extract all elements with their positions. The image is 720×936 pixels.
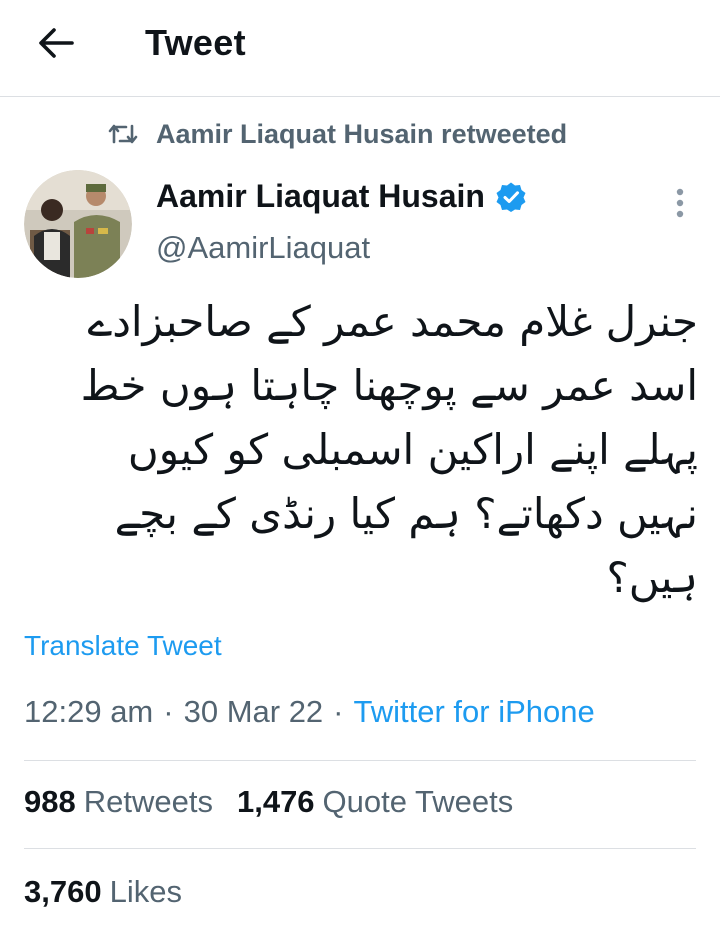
tweet-text-line: نہیں دکھاتے؟ ہم کیا رنڈی کے بچے: [114, 489, 698, 538]
likes-stat[interactable]: 3,760 Likes: [24, 874, 182, 910]
avatar-photo: [24, 170, 132, 278]
author-row[interactable]: Aamir Liaquat Husain: [156, 178, 527, 215]
tweet-text-line: جنرل غلام محمد عمر کے صاحبزادے: [87, 297, 698, 346]
retweet-icon: [108, 124, 138, 144]
author-name: Aamir Liaquat Husain: [156, 178, 485, 214]
translate-tweet-link[interactable]: Translate Tweet: [24, 630, 222, 662]
verified-badge-icon: [496, 182, 526, 212]
likes-label: Likes: [109, 874, 182, 909]
tweet-text-line: پہلے اپنے اراکین اسمبلی کو کیوں: [127, 425, 698, 474]
divider: [24, 848, 696, 849]
engagement-stats: 988 Retweets 1,476 Quote Tweets: [24, 784, 513, 820]
retweet-context[interactable]: Aamir Liaquat Husain retweeted: [108, 116, 567, 152]
avatar[interactable]: [24, 170, 132, 278]
tweet-text-line: اسد عمر سے پوچھنا چاہتا ہوں خط: [80, 361, 698, 410]
retweets-stat[interactable]: 988 Retweets: [24, 784, 213, 820]
meta-separator: ·: [163, 694, 174, 729]
retweets-count: 988: [24, 784, 76, 819]
retweet-context-label: Aamir Liaquat Husain retweeted: [156, 118, 568, 149]
top-app-bar: Tweet: [0, 0, 720, 97]
page-title: Tweet: [145, 22, 246, 63]
quote-tweets-label: Quote Tweets: [322, 784, 514, 819]
tweet-source-link[interactable]: Twitter for iPhone: [354, 694, 595, 730]
quote-tweets-stat[interactable]: 1,476 Quote Tweets: [237, 784, 513, 820]
likes-row: 3,760 Likes: [24, 874, 182, 910]
tweet-text-line: ہیں؟: [606, 553, 698, 602]
author-handle[interactable]: @AamirLiaquat: [156, 230, 370, 266]
divider: [24, 760, 696, 761]
back-button[interactable]: [28, 18, 84, 68]
arrow-left-icon: [39, 28, 74, 58]
meta-separator: ·: [333, 694, 344, 729]
more-vertical-icon: [676, 188, 684, 218]
more-options-button[interactable]: [664, 186, 696, 220]
tweet-date[interactable]: 30 Mar 22: [184, 694, 324, 730]
quote-tweets-count: 1,476: [236, 784, 315, 819]
retweets-label: Retweets: [83, 784, 213, 819]
tweet-text: جنرل غلام محمد عمر کے صاحبزادے اسد عمر س…: [18, 290, 698, 610]
likes-count: 3,760: [24, 874, 102, 909]
tweet-meta: 12:29 am · 30 Mar 22 · Twitter for iPhon…: [24, 694, 595, 730]
tweet-time[interactable]: 12:29 am: [24, 694, 153, 730]
